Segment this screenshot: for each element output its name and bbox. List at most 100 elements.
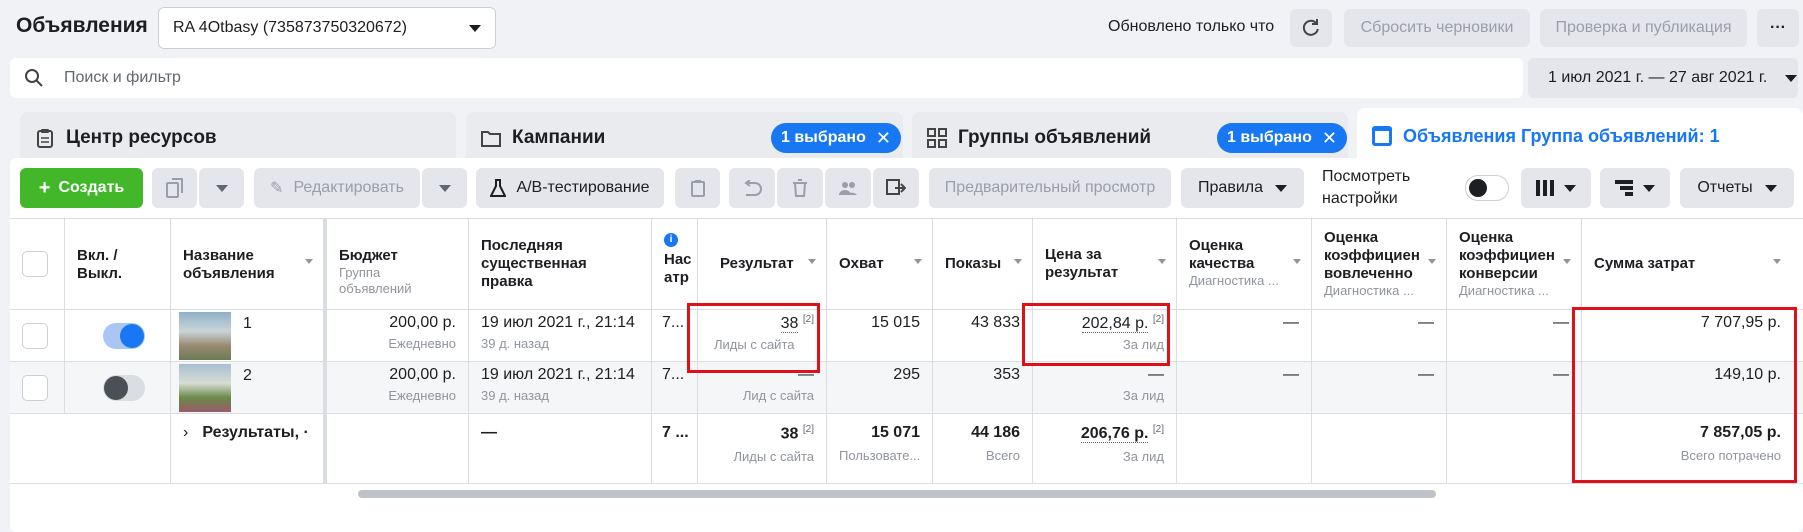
search-bar[interactable]: Поиск и фильтр (10, 58, 1523, 98)
totals-reach-type: Пользовате... (839, 448, 921, 463)
sort-icon (914, 259, 922, 264)
totals-label-cell[interactable]: › Результаты, · (171, 414, 324, 484)
columns-button[interactable] (1521, 168, 1591, 208)
clipboard-button[interactable] (675, 168, 720, 208)
header-cost-per-result[interactable]: Цена за результат (1033, 219, 1177, 309)
cpr-value: — (1148, 366, 1164, 383)
row-checkbox[interactable] (22, 375, 48, 401)
info-icon[interactable]: i (664, 233, 678, 247)
close-icon[interactable]: ✕ (876, 128, 891, 149)
row-name[interactable]: 1 (171, 310, 324, 362)
duplicate-button[interactable] (152, 168, 197, 208)
header-reach[interactable]: Охват (827, 219, 933, 309)
tab-resource-center[interactable]: Центр ресурсов (20, 112, 456, 164)
delete-button[interactable] (777, 168, 823, 208)
totals-quality (1177, 414, 1312, 484)
columns-icon (1536, 180, 1554, 196)
header-impressions[interactable]: Показы (933, 219, 1033, 309)
tab-adsets[interactable]: Группы объявлений 1 выбрано ✕ (912, 112, 1348, 164)
header-label: Результат (720, 255, 794, 272)
budget-value: 200,00 р. (389, 366, 456, 383)
preview-button[interactable]: Предварительный просмотр (929, 168, 1171, 208)
account-name: RA 4Otbasy (735873750320672) (173, 19, 407, 36)
edit-dropdown[interactable] (422, 168, 467, 208)
header-quality[interactable]: Оценка качества Диагностика ... (1177, 219, 1312, 309)
rules-button[interactable]: Правила (1181, 168, 1304, 208)
row-impressions: 43 833 (933, 310, 1033, 362)
sort-icon (1428, 259, 1436, 264)
undo-button[interactable] (729, 168, 775, 208)
header-label: Оценка (1459, 229, 1514, 246)
tab-campaigns[interactable]: Кампании 1 выбрано ✕ (466, 112, 903, 164)
audience-button[interactable] (825, 168, 871, 208)
view-settings-toggle[interactable] (1465, 175, 1509, 201)
review-publish-button[interactable]: Проверка и публикация (1540, 9, 1747, 47)
row-toggle (65, 362, 171, 414)
header-label: Нас (664, 251, 692, 268)
view-settings-line: настройки (1322, 190, 1398, 207)
row-last-edit: 19 июл 2021 г., 21:14 39 д. назад (469, 310, 652, 362)
header-label: Последняя (481, 237, 563, 254)
reports-button[interactable]: Отчеты (1680, 168, 1794, 208)
header-last-edit[interactable]: Последняя существенная правка (469, 219, 652, 309)
search-input[interactable]: Поиск и фильтр (64, 69, 181, 87)
header-sublabel: Группа объявлений (339, 265, 412, 296)
campaigns-selected-pill[interactable]: 1 выбрано ✕ (771, 123, 901, 153)
row-name[interactable]: 2 (171, 362, 324, 414)
create-button[interactable]: + Создать (20, 168, 143, 208)
date-range-picker[interactable]: 1 июл 2021 г. — 27 авг 2021 г. (1528, 58, 1798, 98)
breakdown-button[interactable] (1600, 168, 1670, 208)
ad-name[interactable]: 2 (243, 367, 252, 385)
duplicate-icon (165, 178, 183, 198)
select-all-checkbox[interactable] (22, 251, 48, 277)
chevron-down-icon (1643, 184, 1655, 192)
horizontal-scrollbar[interactable] (358, 490, 1436, 498)
header-name[interactable]: Название объявления (171, 219, 324, 309)
header-label: качества (1189, 255, 1255, 272)
header-budget[interactable]: Бюджет Группа объявлений (324, 219, 469, 309)
header-label: объявления (183, 265, 275, 282)
row-checkbox[interactable] (22, 323, 48, 349)
refresh-button[interactable] (1290, 9, 1332, 47)
row-reach: 15 015 (827, 310, 933, 362)
tab-label: Кампании (512, 127, 606, 148)
highlight-spend (1572, 307, 1797, 483)
totals-cost-per-result: 206,76 р. [2] За лид (1033, 414, 1177, 484)
tab-ads[interactable]: Объявления Группа объявлений: 1 (1357, 108, 1803, 164)
grid-icon (926, 127, 948, 149)
ad-name[interactable]: 1 (243, 315, 252, 333)
adsets-selected-pill[interactable]: 1 выбрано ✕ (1217, 123, 1347, 153)
header-label: вовлеченно (1324, 265, 1413, 282)
header-label: существенная (481, 255, 587, 272)
status-toggle-on[interactable] (103, 323, 145, 349)
updated-status: Обновлено только что (1108, 18, 1275, 35)
chevron-down-icon (1564, 184, 1576, 192)
duplicate-dropdown[interactable] (199, 168, 244, 208)
export-button[interactable] (873, 168, 919, 208)
header-conversion[interactable]: Оценка коэффициен конверсии Диагностика … (1447, 219, 1582, 309)
more-button[interactable]: ··· (1757, 9, 1799, 47)
ad-icon (1371, 125, 1393, 147)
totals-cpr-value[interactable]: 206,76 р. (1080, 425, 1149, 444)
totals-impressions-value: 44 186 (971, 424, 1020, 441)
header-attribution[interactable]: i Нас атр (652, 219, 698, 309)
status-toggle-off[interactable] (103, 375, 145, 401)
totals-reach: 15 071 Пользовате... (827, 414, 933, 484)
highlight-result (687, 303, 820, 373)
header-label: конверсии (1459, 265, 1538, 282)
table-row[interactable]: 2 200,00 р. Ежедневно 19 июл 2021 г., 21… (10, 362, 1803, 414)
header-spend[interactable]: Сумма затрат (1582, 219, 1803, 309)
table-row[interactable]: 1 200,00 р. Ежедневно 19 июл 2021 г., 21… (10, 310, 1803, 362)
chevron-right-icon[interactable]: › (183, 424, 188, 441)
header-engagement[interactable]: Оценка коэффициен вовлеченно Диагностика… (1312, 219, 1447, 309)
ab-test-button[interactable]: А/В-тестирование (476, 168, 664, 208)
breakdown-icon (1615, 180, 1633, 196)
header-result[interactable]: Результат (698, 219, 827, 309)
account-selector[interactable]: RA 4Otbasy (735873750320672) (158, 7, 496, 49)
chevron-down-icon (1764, 184, 1777, 192)
header-onoff[interactable]: Вкл. / Выкл. (65, 219, 171, 309)
reset-drafts-button[interactable]: Сбросить черновики (1344, 9, 1530, 47)
edit-button[interactable]: ✎ Редактировать (254, 168, 420, 208)
result-footnote: [2] (802, 424, 814, 435)
close-icon[interactable]: ✕ (1322, 128, 1337, 149)
